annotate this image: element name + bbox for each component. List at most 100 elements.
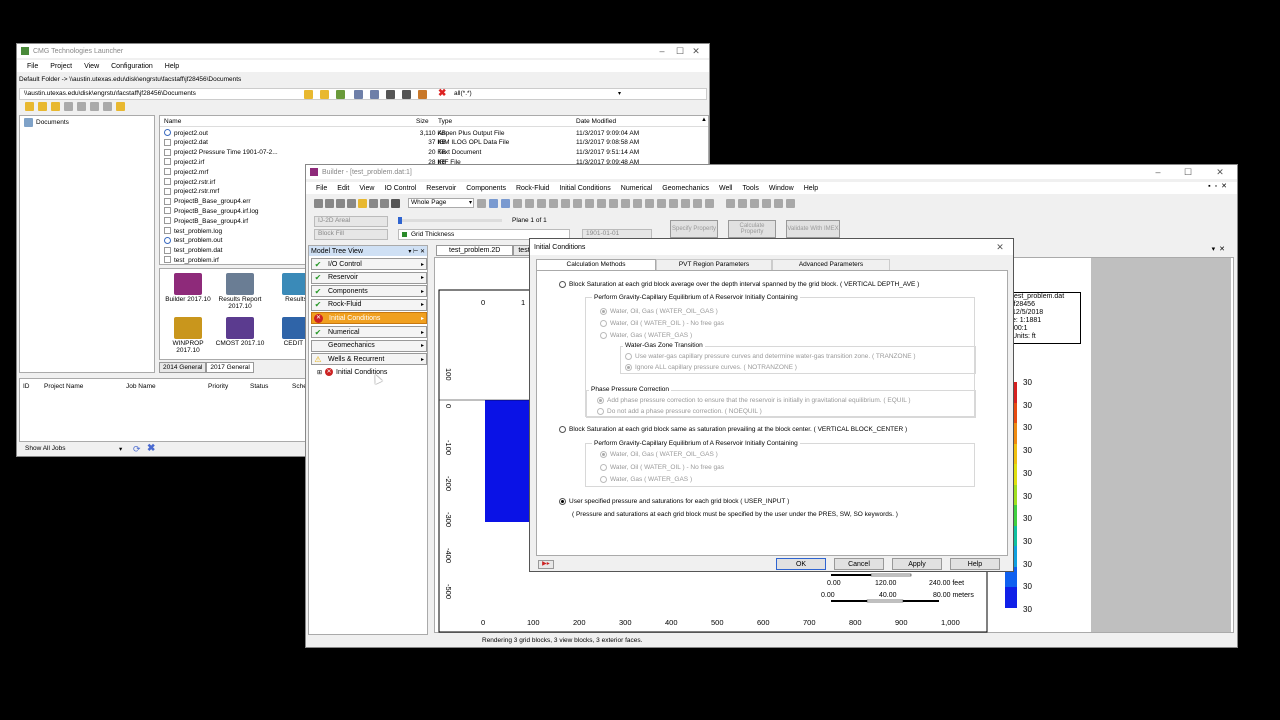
toolbar-tool-icon-4[interactable] — [513, 198, 522, 208]
new-folder-icon[interactable] — [25, 102, 34, 111]
toolbar-icon-5[interactable] — [358, 198, 367, 208]
radio-opt1-water-gas[interactable] — [600, 332, 607, 339]
toolbar-icon-3[interactable] — [336, 198, 345, 208]
builder-close-icon[interactable]: ✕ — [1213, 167, 1227, 177]
tree-item-initial-conditions[interactable]: ✕ Initial Conditions ▸ — [311, 312, 427, 325]
grid-block[interactable] — [485, 400, 533, 522]
folder-up-icon[interactable] — [320, 90, 329, 99]
toolbar-tool-icon-20[interactable] — [705, 198, 714, 208]
toolbar-icon-4[interactable] — [347, 198, 356, 208]
page-select[interactable]: Whole Page ▾ — [408, 198, 474, 208]
toolbar-tool-icon-3[interactable] — [501, 198, 510, 208]
folder-icon-2[interactable] — [51, 102, 60, 111]
opt2-water-oil-gas[interactable]: Water, Oil, Gas ( WATER_OIL_GAS ) — [600, 451, 718, 458]
plane-slider-thumb[interactable] — [398, 217, 402, 224]
wgz-notranzone[interactable]: Ignore ALL capillary pressure curves. ( … — [625, 364, 797, 371]
builder-menu-help[interactable]: Help — [804, 185, 818, 192]
builder-menu-initial-conditions[interactable]: Initial Conditions — [559, 185, 610, 192]
job-delete-icon[interactable]: ✖ — [147, 443, 155, 454]
toolbar-tool-icon-11[interactable] — [597, 198, 606, 208]
launcher-titlebar[interactable]: CMG Technologies Launcher — [17, 44, 709, 58]
details-view-icon[interactable] — [402, 90, 411, 99]
fill-mode-select[interactable]: Block Fill — [314, 229, 388, 240]
builder-menu-view[interactable]: View — [359, 185, 374, 192]
toolbar-tool-icon-10[interactable] — [585, 198, 594, 208]
filter-field[interactable]: all(*.*) — [454, 90, 472, 97]
view-icon-2[interactable] — [370, 90, 379, 99]
radio-opt2-water-oil[interactable] — [600, 464, 607, 471]
ok-button[interactable]: OK — [776, 558, 826, 570]
app-tile[interactable]: CMOST 2017.10 — [214, 317, 266, 347]
show-jobs-select[interactable]: Show All Jobs ▾ — [25, 445, 125, 453]
radio-tranzone[interactable] — [625, 353, 632, 360]
option-block-center[interactable]: Block Saturation at each grid block same… — [559, 426, 907, 433]
tree-item-geomechanics[interactable]: Geomechanics ▸ — [311, 339, 427, 352]
mdi-controls[interactable]: ▪▫✕ — [1208, 182, 1231, 190]
open-folder-icon[interactable] — [38, 102, 47, 111]
app-tile[interactable]: Results Report 2017.10 — [214, 273, 266, 310]
radio-noequil[interactable] — [597, 408, 604, 415]
file-row[interactable]: project2.out 3,110 KB Aspen Plus Output Fi… — [160, 128, 708, 138]
builder-menu-components[interactable]: Components — [466, 185, 506, 192]
scroll-up-icon[interactable]: ▲ — [701, 117, 707, 123]
ppc-equil[interactable]: Add phase pressure correction to ensure … — [597, 397, 911, 404]
job-refresh-icon[interactable]: ⟳ — [133, 444, 141, 455]
option-user-input[interactable]: User specified pressure and saturations … — [559, 498, 789, 505]
app-tile[interactable]: Builder 2017.10 — [162, 273, 214, 303]
toolbar-tool-icon-17[interactable] — [669, 198, 678, 208]
toolbar-tool-icon-14[interactable] — [633, 198, 642, 208]
launcher-menu-configuration[interactable]: Configuration — [111, 63, 153, 70]
col-type[interactable]: Type — [438, 118, 452, 125]
plane-slider[interactable] — [398, 217, 502, 224]
tab-2017-general[interactable]: 2017 General — [206, 362, 254, 373]
col-name[interactable]: Name — [164, 118, 181, 125]
tool-icon-3[interactable] — [90, 102, 99, 111]
image-icon[interactable] — [116, 102, 125, 111]
tree-item-rock-fluid[interactable]: ✔ Rock-Fluid ▸ — [311, 298, 427, 311]
toolbar-tool-icon-9[interactable] — [573, 198, 582, 208]
toolbar-tool-icon-25[interactable] — [774, 198, 783, 208]
dialog-expand-icon[interactable]: ▶▸ — [538, 560, 554, 569]
model-tree-controls[interactable]: ▾ ⊢ ✕ — [408, 248, 425, 255]
toolbar-tool-icon-2[interactable] — [489, 198, 498, 208]
opt2-water-gas[interactable]: Water, Gas ( WATER_GAS ) — [600, 476, 692, 483]
radio-opt2-water-oil-gas[interactable] — [600, 451, 607, 458]
ppc-noequil[interactable]: Do not add a phase pressure correction. … — [597, 408, 762, 415]
toolbar-tool-icon-8[interactable] — [561, 198, 570, 208]
tree-item-wells-recurrent[interactable]: ⚠ Wells & Recurrent ▸ — [311, 353, 427, 366]
radio-user-input[interactable] — [559, 498, 566, 505]
toolbar-tool-icon-7[interactable] — [549, 198, 558, 208]
builder-menu-edit[interactable]: Edit — [337, 185, 349, 192]
job-col-status[interactable]: Status — [250, 383, 268, 390]
launcher-menu-project[interactable]: Project — [50, 63, 72, 70]
toolbar-icon-7[interactable] — [380, 198, 389, 208]
arrow-icon[interactable] — [418, 90, 427, 99]
builder-maximize-icon[interactable]: ☐ — [1181, 167, 1195, 177]
toolbar-tool-icon-12[interactable] — [609, 198, 618, 208]
launcher-menu-help[interactable]: Help — [165, 63, 179, 70]
radio-block-center[interactable] — [559, 426, 566, 433]
grid-type-select[interactable]: IJ-2D Areal — [314, 216, 388, 227]
tab-test-problem-2d[interactable]: test_problem.2D — [436, 245, 514, 256]
toolbar-tool-icon-5[interactable] — [525, 198, 534, 208]
toolbar-icon-6[interactable] — [369, 198, 378, 208]
toolbar-tool-icon-15[interactable] — [645, 198, 654, 208]
refresh-icon[interactable] — [336, 90, 345, 99]
cancel-button[interactable]: Cancel — [834, 558, 884, 570]
dialog-close-icon[interactable]: ✕ — [993, 242, 1007, 252]
tree-item-reservoir[interactable]: ✔ Reservoir ▸ — [311, 271, 427, 284]
toolbar-icon-2[interactable] — [325, 198, 334, 208]
file-row[interactable]: project2 Pressure Time 1901-07-2... 20 KB… — [160, 148, 708, 158]
apply-button[interactable]: Apply — [892, 558, 942, 570]
builder-menu-reservoir[interactable]: Reservoir — [426, 185, 456, 192]
radio-opt2-water-gas[interactable] — [600, 476, 607, 483]
toolbar-tool-icon-1[interactable] — [477, 198, 486, 208]
builder-titlebar[interactable]: Builder - [test_problem.dat:1] — [306, 165, 1237, 179]
app-tile[interactable]: WINPROP 2017.10 — [162, 317, 214, 354]
builder-menu-window[interactable]: Window — [769, 185, 794, 192]
toolbar-tool-icon-18[interactable] — [681, 198, 690, 208]
radio-depth-ave[interactable] — [559, 281, 566, 288]
col-size[interactable]: Size — [416, 118, 429, 125]
toolbar-tool-icon-23[interactable] — [750, 198, 759, 208]
wgz-tranzone[interactable]: Use water-gas capillary pressure curves … — [625, 353, 916, 360]
